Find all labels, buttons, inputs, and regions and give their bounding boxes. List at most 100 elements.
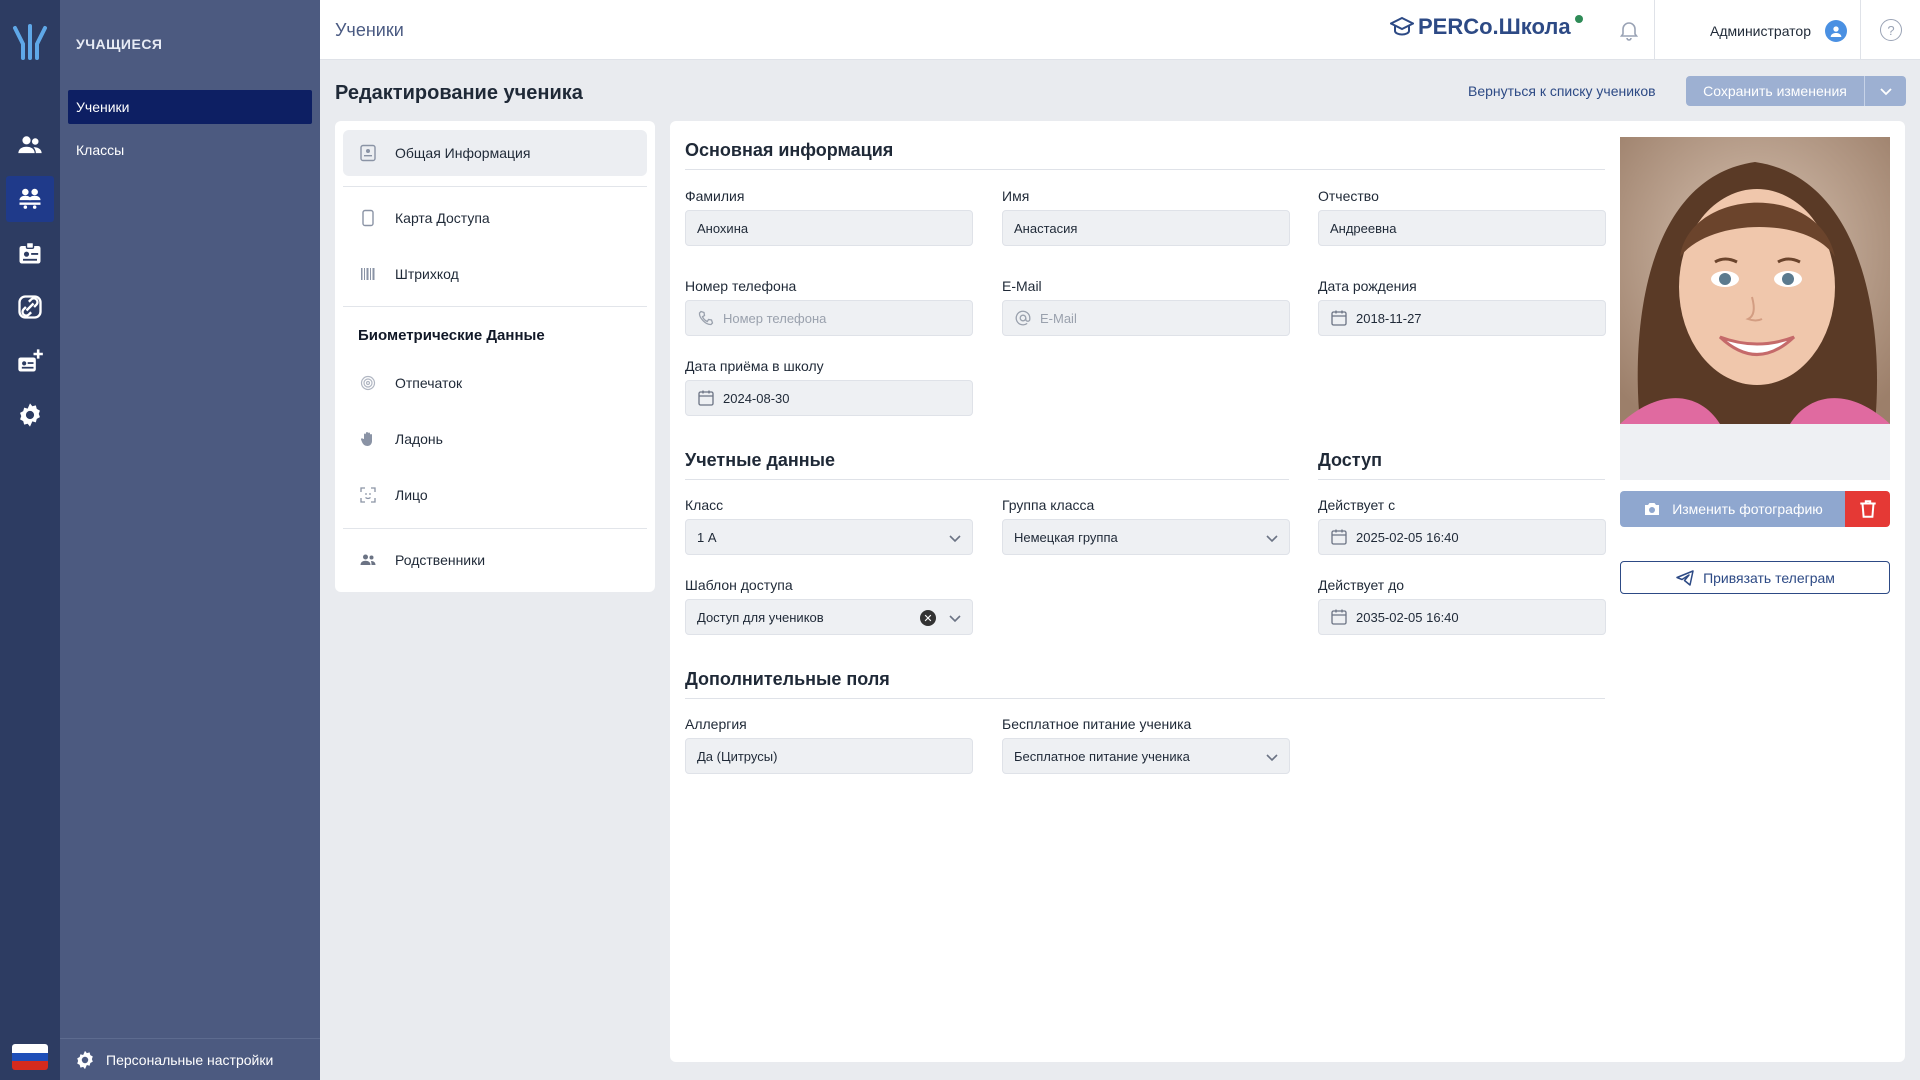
- delete-photo-button[interactable]: [1845, 491, 1890, 527]
- class-group-select[interactable]: Немецкая группа: [1002, 519, 1290, 555]
- class-select[interactable]: 1 А: [685, 519, 973, 555]
- class-value: 1 А: [697, 529, 717, 545]
- email-placeholder: E-Mail: [1040, 310, 1077, 326]
- trash-icon: [1859, 500, 1876, 518]
- allergy-label: Аллергия: [685, 716, 747, 732]
- tab-palm[interactable]: Ладонь: [343, 416, 647, 462]
- chevron-down-icon: [1266, 754, 1278, 762]
- valid-to-label: Действует до: [1318, 577, 1405, 593]
- page-title: Редактирование ученика: [335, 82, 583, 104]
- brand-logo: PERCo.Школа: [1390, 14, 1583, 40]
- telegram-icon: [1676, 569, 1694, 586]
- tab-label: Лицо: [395, 487, 428, 503]
- calendar-icon: [1331, 310, 1347, 326]
- patronymic-input[interactable]: Андреевна: [1318, 210, 1606, 246]
- students-icon: [19, 188, 41, 209]
- help-icon[interactable]: ?: [1880, 19, 1902, 41]
- free-meal-select[interactable]: Бесплатное питание ученика: [1002, 738, 1290, 774]
- tab-fingerprint[interactable]: Отпечаток: [343, 360, 647, 406]
- back-to-list-link[interactable]: Вернуться к списку учеников: [1468, 83, 1656, 99]
- avatar-icon: [1825, 20, 1848, 42]
- first-name-input[interactable]: Анастасия: [1002, 210, 1290, 246]
- birth-date-value: 2018-11-27: [1356, 310, 1422, 326]
- user-menu[interactable]: Администратор: [1710, 20, 1848, 42]
- clear-icon[interactable]: ✕: [920, 610, 936, 626]
- access-template-select[interactable]: Доступ для учеников ✕: [685, 599, 973, 635]
- telegram-label: Привязать телеграм: [1703, 569, 1835, 586]
- divider: [343, 528, 647, 529]
- face-scan-icon: [360, 487, 376, 503]
- camera-icon: [1645, 503, 1660, 515]
- tab-access-card[interactable]: Карта Доступа: [343, 195, 647, 241]
- id-card-icon: [19, 241, 41, 264]
- relatives-icon: [360, 554, 376, 565]
- access-template-value: Доступ для учеников: [697, 609, 824, 625]
- birth-date-input[interactable]: 2018-11-27: [1318, 300, 1606, 336]
- rail-add-card[interactable]: [6, 338, 54, 384]
- save-button-label: Сохранить изменения: [1703, 83, 1847, 99]
- link-telegram-button[interactable]: Привязать телеграм: [1620, 561, 1890, 594]
- valid-to-input[interactable]: 2035-02-05 16:40: [1318, 599, 1606, 635]
- section-divider: [685, 169, 1605, 170]
- calendar-icon: [698, 390, 714, 406]
- class-group-value: Немецкая группа: [1014, 529, 1118, 545]
- rail-students[interactable]: [6, 176, 54, 222]
- tab-label: Общая Информация: [395, 145, 531, 161]
- first-name-value: Анастасия: [1014, 220, 1078, 236]
- phone-input[interactable]: Номер телефона: [685, 300, 973, 336]
- free-meal-label: Бесплатное питание ученика: [1002, 716, 1192, 732]
- tabs-panel: Общая Информация Карта Доступа Штрихкод …: [335, 121, 655, 592]
- gear-icon: [20, 403, 40, 427]
- tab-face[interactable]: Лицо: [343, 472, 647, 518]
- tab-label: Штрихкод: [395, 266, 459, 282]
- save-button[interactable]: Сохранить изменения: [1686, 76, 1906, 106]
- phone-label: Номер телефона: [685, 278, 797, 294]
- rail-link[interactable]: [6, 284, 54, 330]
- email-input[interactable]: E-Mail: [1002, 300, 1290, 336]
- allergy-input[interactable]: Да (Цитрусы): [685, 738, 973, 774]
- class-group-label: Группа класса: [1002, 497, 1095, 513]
- valid-from-input[interactable]: 2025-02-05 16:40: [1318, 519, 1606, 555]
- admission-date-input[interactable]: 2024-08-30: [685, 380, 973, 416]
- chevron-down-icon: [1879, 88, 1892, 96]
- admission-date-value: 2024-08-30: [723, 390, 790, 406]
- link-icon: [18, 295, 42, 319]
- phone-placeholder: Номер телефона: [723, 310, 827, 326]
- users-icon: [18, 136, 42, 154]
- language-flag-icon[interactable]: [12, 1044, 48, 1070]
- free-meal-value: Бесплатное питание ученика: [1014, 748, 1190, 764]
- card-icon: [362, 209, 374, 227]
- rail-users[interactable]: [6, 122, 54, 168]
- sidebar-section-title: УЧАЩИЕСЯ: [76, 36, 163, 52]
- tab-barcode[interactable]: Штрихкод: [343, 251, 647, 297]
- tab-general-info[interactable]: Общая Информация: [343, 130, 647, 176]
- rail-id-card[interactable]: [6, 230, 54, 276]
- tab-relatives[interactable]: Родственники: [343, 537, 647, 583]
- patronymic-label: Отчество: [1318, 188, 1379, 204]
- perco-logo-icon: [13, 24, 47, 60]
- tab-label: Карта Доступа: [395, 210, 490, 226]
- brand-name: PERCo.Школа: [1418, 14, 1571, 39]
- personal-settings-button[interactable]: Персональные настройки: [60, 1038, 320, 1080]
- save-options-button[interactable]: [1864, 76, 1906, 106]
- sidebar-item-classes[interactable]: Классы: [68, 133, 312, 167]
- gear-icon: [77, 1050, 93, 1069]
- bell-icon[interactable]: [1617, 18, 1641, 42]
- divider: [343, 306, 647, 307]
- last-name-input[interactable]: Анохина: [685, 210, 973, 246]
- rail-settings[interactable]: [6, 392, 54, 438]
- status-dot-icon: [1574, 15, 1583, 23]
- header-divider: [1654, 0, 1655, 60]
- divider: [343, 186, 647, 187]
- section-divider: [685, 698, 1605, 699]
- sidebar-item-students[interactable]: Ученики: [68, 90, 312, 124]
- change-photo-button[interactable]: Изменить фотографию: [1620, 491, 1845, 527]
- palm-icon: [360, 432, 372, 446]
- barcode-icon: [361, 268, 375, 280]
- section-title-extra: Дополнительные поля: [685, 669, 890, 689]
- section-divider: [685, 479, 1289, 480]
- user-name: Администратор: [1710, 23, 1812, 39]
- add-card-icon: [18, 349, 43, 372]
- access-template-label: Шаблон доступа: [685, 577, 793, 593]
- profile-card-icon: [360, 144, 376, 162]
